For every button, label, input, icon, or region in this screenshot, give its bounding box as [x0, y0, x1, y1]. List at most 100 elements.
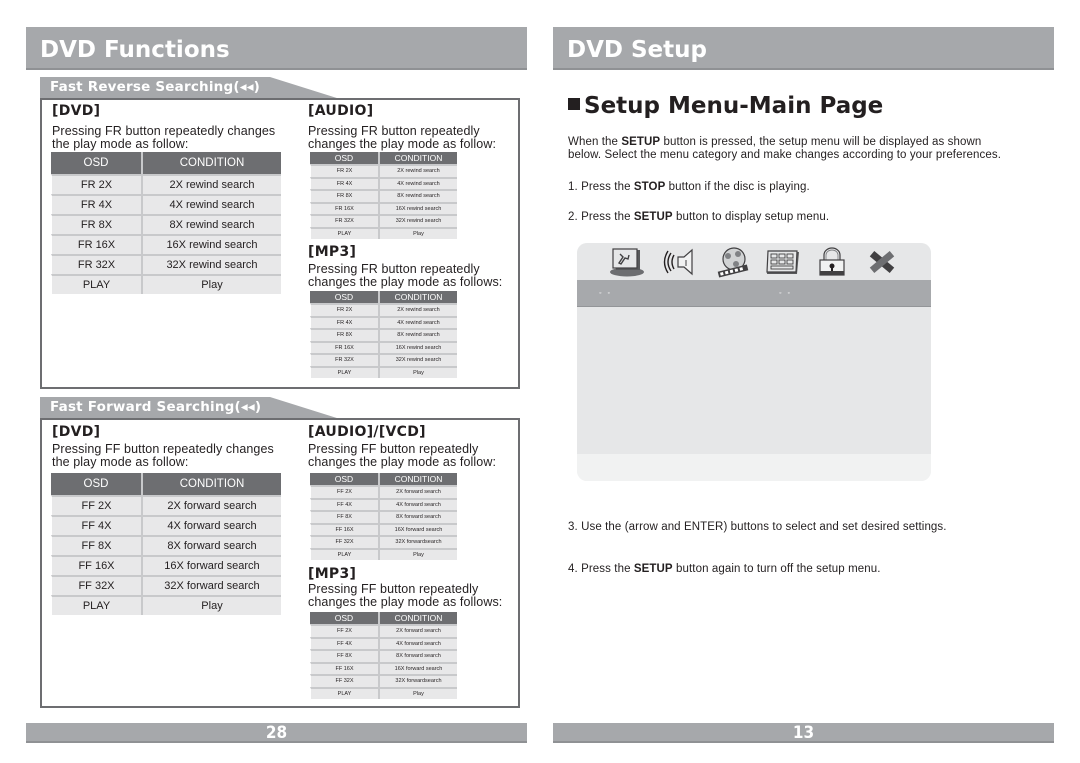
menu-content-area [577, 307, 931, 454]
menu-icon-bar [577, 243, 931, 280]
column-header: CONDITION [378, 152, 457, 164]
osd-cell: FF 16X [310, 522, 378, 535]
osd-cell: FR 8X [310, 328, 378, 341]
table-row: PLAY Play [310, 226, 457, 239]
video-setup-icon[interactable] [714, 246, 754, 278]
general-setup-icon[interactable] [607, 246, 647, 278]
column-header: OSD [310, 152, 378, 164]
right-page-title: DVD Setup [567, 37, 707, 63]
table-row: FR 8X 8X rewind search [310, 189, 457, 202]
osd-cell: FF 2X [310, 624, 378, 637]
condition-cell: Play [141, 274, 281, 294]
column-header: CONDITION [378, 473, 457, 485]
left-page-title: DVD Functions [40, 37, 230, 63]
osd-cell: FR 4X [310, 176, 378, 189]
osd-cell: FR 4X [310, 315, 378, 328]
table-row: FF 8X 8X forward search [310, 510, 457, 523]
condition-cell: 8X rewind search [141, 214, 281, 234]
condition-cell: 32X rewind search [378, 214, 457, 227]
step-bold: STOP [633, 181, 666, 193]
osd-cell: FF 32X [51, 575, 141, 595]
table-row: FR 8X 8X rewind search [310, 328, 457, 341]
condition-cell: 4X forward search [378, 497, 457, 510]
condition-cell: Play [378, 226, 457, 239]
intro-line-2: below. Select the menu category and make… [568, 149, 1002, 161]
condition-cell: Play [378, 686, 457, 699]
fast-forward-title: Fast Forward Searching(◂◂) [50, 399, 262, 415]
table-row: FF 4X 4X forward search [310, 497, 457, 510]
condition-cell: 16X rewind search [141, 234, 281, 254]
condition-cell: 16X rewind search [378, 340, 457, 353]
osd-cell: FF 8X [310, 510, 378, 523]
osd-cell: FR 2X [310, 303, 378, 316]
osd-cell: FR 16X [310, 201, 378, 214]
table-row: FR 2X 2X rewind search [51, 174, 281, 194]
table-header-row: OSD CONDITION [310, 473, 457, 485]
table-row: FR 4X 4X rewind search [310, 315, 457, 328]
table-row: FR 8X 8X rewind search [51, 214, 281, 234]
password-lock-icon[interactable] [812, 246, 852, 278]
right-page-header: DVD Setup [553, 27, 1054, 70]
ff-dvd-desc-2: the play mode as follow: [52, 455, 189, 469]
preference-icon[interactable] [763, 246, 803, 278]
menu-footer-area [577, 454, 931, 481]
fr-dvd-heading: [DVD] [52, 103, 101, 119]
table-row: FR 32X 32X rewind search [51, 254, 281, 274]
column-header: OSD [310, 291, 378, 303]
audio-setup-icon[interactable] [662, 246, 702, 278]
fast-forward-tab: Fast Forward Searching(◂◂) [40, 397, 340, 419]
column-header: CONDITION [378, 612, 457, 624]
osd-cell: FF 4X [310, 636, 378, 649]
table-row: FF 2X 2X forward search [310, 624, 457, 637]
fr-audio-table: OSD CONDITION FR 2X 2X rewind search FR 4X 4X… [310, 152, 457, 239]
fr-dvd-table: OSD CONDITION FR 2X 2X rewind search FR 4X 4X… [51, 152, 281, 294]
condition-cell: 4X rewind search [141, 194, 281, 214]
condition-cell: 4X rewind search [378, 176, 457, 189]
step-text: 4. Press the [568, 563, 634, 575]
condition-cell: 8X forward search [378, 649, 457, 662]
table-row: FF 32X 32X forwardsearch [310, 535, 457, 548]
step-text: button again to turn off the setup menu. [672, 563, 881, 575]
intro-suffix: button is pressed, the setup menu will b… [660, 136, 982, 148]
intro-bold: SETUP [621, 136, 661, 148]
step-text: 3. Use the (arrow and ENTER) buttons to … [568, 521, 947, 533]
condition-cell: 32X forwardsearch [378, 535, 457, 548]
table-row: FR 4X 4X rewind search [51, 194, 281, 214]
osd-cell: FF 32X [310, 535, 378, 548]
osd-cell: FR 8X [310, 189, 378, 202]
osd-cell: FR 16X [310, 340, 378, 353]
osd-cell: FR 2X [310, 164, 378, 177]
step-text: 1. Press the [568, 181, 634, 193]
osd-cell: FF 16X [310, 661, 378, 674]
osd-cell: FF 4X [51, 515, 141, 535]
osd-cell: PLAY [310, 365, 378, 378]
table-row: FF 16X 16X forward search [310, 522, 457, 535]
osd-cell: FR 2X [51, 174, 141, 194]
condition-cell: 16X forward search [141, 555, 281, 575]
table-row: FR 16X 16X rewind search [310, 340, 457, 353]
condition-cell: 16X rewind search [378, 201, 457, 214]
condition-cell: Play [141, 595, 281, 615]
setup-menu-title: Setup Menu-Main Page [568, 93, 883, 119]
table-row: FF 16X 16X forward search [51, 555, 281, 575]
ff-audio-vcd-heading: [AUDIO]/[VCD] [308, 424, 426, 440]
osd-cell: FF 8X [310, 649, 378, 662]
table-row: FF 8X 8X forward search [51, 535, 281, 555]
step-text: 2. Press the [568, 211, 634, 223]
ff-mp3-heading: [MP3] [308, 566, 357, 582]
fr-audio-heading: [AUDIO] [308, 103, 374, 119]
condition-cell: 4X forward search [378, 636, 457, 649]
step-2: 2. Press the SETUP button to display set… [568, 211, 829, 224]
osd-cell: PLAY [310, 547, 378, 560]
table-row: FR 4X 4X rewind search [310, 176, 457, 189]
exit-icon[interactable] [862, 246, 902, 278]
ff-mp3-table: OSD CONDITION FF 2X 2X forward search FF 4X 4… [310, 612, 457, 699]
table-row: FF 8X 8X forward search [310, 649, 457, 662]
osd-cell: PLAY [310, 226, 378, 239]
ff-dvd-table: OSD CONDITION FF 2X 2X forward search FF 4X 4… [51, 473, 281, 615]
step-1: 1. Press the STOP button if the disc is … [568, 181, 810, 194]
fr-mp3-table: OSD CONDITION FR 2X 2X rewind search FR 4X 4X… [310, 291, 457, 378]
menu-selection-bar: ◦ ◦ ◦ ◦ [577, 280, 931, 307]
setup-menu-title-text: Setup Menu-Main Page [584, 93, 884, 119]
condition-cell: Play [378, 365, 457, 378]
